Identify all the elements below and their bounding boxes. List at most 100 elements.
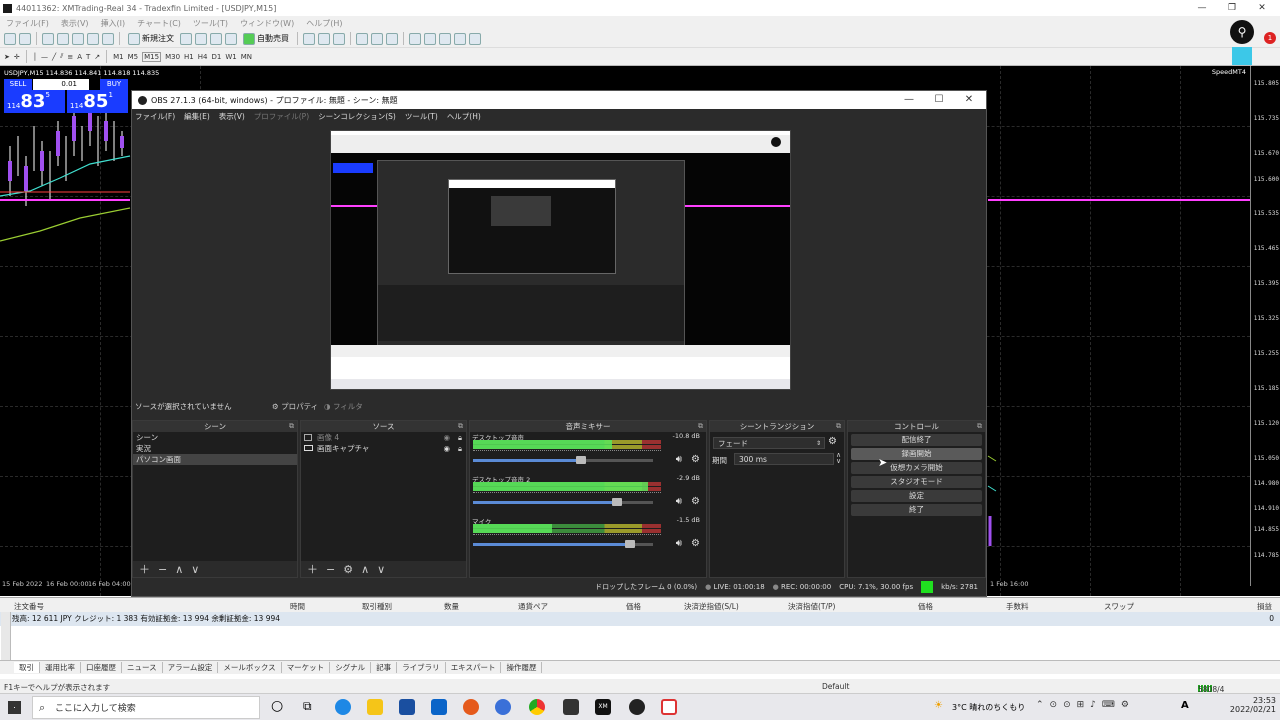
dock-float-icon[interactable]: ⧉ bbox=[289, 421, 294, 432]
candle-chart-icon[interactable] bbox=[318, 32, 330, 45]
move-up-icon[interactable]: ∧ bbox=[361, 563, 369, 576]
taskbar-search[interactable]: ⌕ ここに入力して検索 bbox=[32, 696, 260, 719]
obs-preview[interactable] bbox=[330, 130, 791, 390]
terminal-icon[interactable] bbox=[87, 32, 99, 45]
studio-mode-button[interactable]: スタジオモード bbox=[851, 476, 982, 488]
calendar-app-icon[interactable] bbox=[661, 699, 677, 715]
balance-row[interactable]: 残高: 12 611 JPY クレジット: 1 383 有効証拠金: 13 99… bbox=[0, 612, 1280, 626]
buy-button[interactable]: BUY bbox=[100, 79, 128, 90]
dock-float-icon[interactable]: ⧉ bbox=[977, 421, 982, 432]
volume-slider[interactable] bbox=[473, 540, 653, 548]
obs-close-icon[interactable]: ✕ bbox=[954, 91, 984, 109]
label-icon[interactable]: T bbox=[86, 53, 90, 61]
obs-menu-edit[interactable]: 編集(E) bbox=[184, 111, 210, 122]
volume-knob[interactable] bbox=[624, 540, 635, 548]
gear-icon[interactable]: ⚙ bbox=[691, 496, 700, 507]
source-item[interactable]: 画面キャプチャ ◉ 🔒︎ bbox=[301, 443, 466, 454]
col-time[interactable]: 時間 bbox=[290, 601, 305, 612]
obs-menu-profile[interactable]: プロファイル(P) bbox=[254, 111, 309, 122]
visibility-eye-icon[interactable]: ◉ bbox=[443, 432, 450, 443]
start-recording-button[interactable]: 録画開始 bbox=[851, 448, 982, 460]
obs-menu-scene-collection[interactable]: シーンコレクション(S) bbox=[318, 111, 396, 122]
menu-chart[interactable]: チャート(C) bbox=[137, 18, 181, 29]
scene-item-selected[interactable]: パソコン画面 bbox=[133, 454, 297, 465]
stop-streaming-button[interactable]: 配信終了 bbox=[851, 434, 982, 446]
exit-button[interactable]: 終了 bbox=[851, 504, 982, 516]
weather-text[interactable]: 3°C 晴れのちくもり bbox=[952, 702, 1025, 713]
tf-m1[interactable]: M1 bbox=[113, 53, 124, 61]
lock-icon[interactable]: 🔒︎ bbox=[458, 443, 462, 454]
spin-arrows-icon[interactable]: ∧ ∨ bbox=[836, 452, 841, 465]
tf-m15[interactable]: M15 bbox=[142, 51, 162, 62]
channel-icon[interactable]: ⫽ bbox=[60, 52, 63, 61]
tab-market[interactable]: マーケット bbox=[282, 662, 331, 673]
vps-icon[interactable] bbox=[225, 32, 237, 45]
col-profit[interactable]: 損益 bbox=[1257, 601, 1272, 612]
indicators-icon[interactable] bbox=[439, 32, 451, 45]
obs-maximize-icon[interactable]: ☐ bbox=[924, 91, 954, 109]
col-symbol[interactable]: 通貨ペア bbox=[518, 601, 548, 612]
transition-settings-icon[interactable]: ⚙ bbox=[828, 436, 837, 447]
chrome-icon[interactable] bbox=[529, 699, 545, 715]
gear-icon[interactable]: ⚙ bbox=[691, 538, 700, 549]
tab-news[interactable]: ニュース bbox=[122, 662, 163, 673]
col-volume[interactable]: 数量 bbox=[444, 601, 459, 612]
lot-size-input[interactable]: 0.01 bbox=[33, 79, 89, 90]
add-scene-icon[interactable]: ＋ bbox=[139, 561, 150, 577]
gear-icon[interactable]: ⚙ bbox=[691, 454, 700, 465]
tf-m30[interactable]: M30 bbox=[165, 53, 180, 61]
tab-library[interactable]: ライブラリ bbox=[397, 662, 446, 673]
remove-scene-icon[interactable]: − bbox=[158, 563, 167, 576]
horizontal-line-icon[interactable]: — bbox=[41, 53, 48, 61]
scene-item[interactable]: 実況 bbox=[133, 443, 297, 454]
app-at-icon[interactable] bbox=[495, 699, 511, 715]
source-settings-icon[interactable]: ⚙ bbox=[343, 563, 353, 576]
speaker-icon[interactable]: 🔊︎ bbox=[676, 538, 682, 549]
templates-icon[interactable] bbox=[469, 32, 481, 45]
new-chart-icon[interactable] bbox=[4, 32, 16, 45]
menu-help[interactable]: ヘルプ(H) bbox=[306, 18, 342, 29]
tf-h4[interactable]: H4 bbox=[198, 53, 208, 61]
minimize-icon[interactable]: — bbox=[1188, 0, 1216, 16]
edge-icon[interactable] bbox=[335, 699, 351, 715]
add-source-icon[interactable]: ＋ bbox=[307, 561, 318, 577]
dock-float-icon[interactable]: ⧉ bbox=[458, 421, 463, 432]
col-type[interactable]: 取引種別 bbox=[362, 601, 392, 612]
market-icon[interactable] bbox=[210, 32, 222, 45]
store-icon[interactable] bbox=[399, 699, 415, 715]
trendline-icon[interactable]: ╱ bbox=[52, 53, 56, 61]
arrows-icon[interactable]: ↗ bbox=[94, 53, 100, 61]
periods-icon[interactable] bbox=[454, 32, 466, 45]
buy-price[interactable]: 114 85 1 bbox=[67, 90, 128, 113]
col-order-no[interactable]: 注文番号 bbox=[14, 601, 44, 612]
tester-icon[interactable] bbox=[102, 32, 114, 45]
move-up-icon[interactable]: ∧ bbox=[175, 563, 183, 576]
navigator-icon[interactable] bbox=[72, 32, 84, 45]
menu-file[interactable]: ファイル(F) bbox=[6, 18, 49, 29]
zoom-in-icon[interactable] bbox=[356, 32, 368, 45]
obs-menu-help[interactable]: ヘルプ(H) bbox=[447, 111, 481, 122]
new-order-button[interactable]: 新規注文 bbox=[125, 32, 177, 45]
volume-knob[interactable] bbox=[576, 456, 586, 464]
close-icon[interactable]: ✕ bbox=[1248, 0, 1276, 16]
cortana-icon[interactable]: ○ bbox=[271, 698, 283, 714]
tile-windows-icon[interactable] bbox=[386, 32, 398, 45]
speaker-icon[interactable]: 🔊︎ bbox=[676, 496, 682, 507]
tf-d1[interactable]: D1 bbox=[211, 53, 221, 61]
clock[interactable]: 23:53 2022/02/21 bbox=[1230, 696, 1276, 714]
tab-history[interactable]: 口座履歴 bbox=[81, 662, 122, 673]
start-virtual-camera-button[interactable]: 仮想カメラ開始 bbox=[851, 462, 982, 474]
line-chart-icon[interactable] bbox=[333, 32, 345, 45]
xm-icon[interactable]: XM bbox=[595, 699, 611, 715]
price-scale[interactable]: 115.805 115.735 115.670 115.600 115.535 … bbox=[1250, 66, 1280, 586]
sell-button[interactable]: SELL bbox=[4, 79, 32, 90]
obs-menu-file[interactable]: ファイル(F) bbox=[135, 111, 175, 122]
cursor-icon[interactable]: ➤ bbox=[4, 53, 10, 61]
notification-badge-icon[interactable]: 1 bbox=[1264, 32, 1276, 44]
filters-button[interactable]: ◑ フィルタ bbox=[324, 401, 363, 412]
text-icon[interactable]: A bbox=[77, 53, 82, 61]
task-view-icon[interactable]: ⧉ bbox=[303, 699, 312, 714]
col-swap[interactable]: スワップ bbox=[1104, 601, 1134, 612]
auto-trade-button[interactable]: 自動売買 bbox=[240, 32, 292, 45]
tab-signals[interactable]: シグナル bbox=[330, 662, 372, 673]
